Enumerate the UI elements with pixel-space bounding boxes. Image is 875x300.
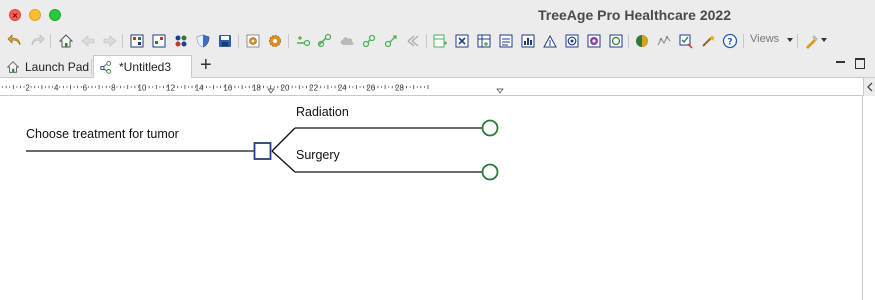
terminal-icon[interactable]: [607, 32, 625, 50]
ruler-label: 26: [366, 84, 375, 93]
back-icon[interactable]: [79, 32, 97, 50]
undo-icon[interactable]: [6, 32, 24, 50]
add-node-icon[interactable]: [316, 32, 334, 50]
gear-icon[interactable]: [266, 32, 284, 50]
wizard-icon[interactable]: [803, 32, 821, 50]
markov-icon[interactable]: [541, 32, 559, 50]
probability-icon[interactable]: [519, 32, 537, 50]
insert-icon[interactable]: [382, 32, 400, 50]
branch-line: [271, 127, 296, 152]
right-panel-edge: [862, 96, 875, 300]
settings-gear-icon[interactable]: [244, 32, 262, 50]
move-icon[interactable]: [128, 32, 146, 50]
toolbar-separator: [50, 34, 51, 48]
add-tab-button[interactable]: +: [200, 55, 212, 75]
tab-launch-pad[interactable]: Launch Pad: [0, 55, 91, 78]
ruler-label: 12: [166, 84, 175, 93]
minimize-view-icon[interactable]: [836, 61, 845, 63]
home-icon[interactable]: [57, 32, 75, 50]
add-branch-icon[interactable]: [294, 32, 312, 50]
ruler-label: 6: [83, 84, 88, 93]
home-icon: [6, 60, 20, 73]
ruler-label: 24: [338, 84, 347, 93]
chance-icon[interactable]: [585, 32, 603, 50]
toolbar-separator: [628, 34, 629, 48]
stats-icon[interactable]: [655, 32, 673, 50]
tree-canvas[interactable]: Choose treatment for tumor Radiation Sur…: [0, 96, 862, 300]
ruler-label: 14: [195, 84, 204, 93]
tab-divider: [91, 59, 92, 75]
toolbar-separator: [797, 34, 798, 48]
minimize-window-button[interactable]: [29, 9, 41, 21]
title-bar: TreeAge Pro Healthcare 2022: [0, 0, 875, 30]
tab-label: *Untitled3: [119, 60, 172, 74]
ruler-label: 28: [395, 84, 404, 93]
tab-label: Launch Pad: [25, 59, 90, 74]
editor-tab-bar: Launch Pad *Untitled3: [0, 52, 875, 78]
ruler-marker[interactable]: [496, 88, 504, 94]
shield-icon[interactable]: [194, 32, 212, 50]
chevron-down-icon[interactable]: [821, 38, 827, 42]
toolbar-separator: [122, 34, 123, 48]
link-icon[interactable]: [360, 32, 378, 50]
ruler-label: 8: [111, 84, 116, 93]
branch-label-surgery[interactable]: Surgery: [296, 148, 340, 162]
ruler-scale: 2 4 6 8 10 12 14 16 18 20 22 24 26 28: [2, 84, 504, 94]
window-title: TreeAge Pro Healthcare 2022: [538, 7, 731, 23]
chevron-down-icon[interactable]: [787, 38, 793, 42]
svg-text:?: ?: [727, 38, 732, 48]
ruler-label: 4: [54, 84, 59, 93]
toolbar-separator: [288, 34, 289, 48]
table-check-icon[interactable]: [677, 32, 695, 50]
save-icon[interactable]: [216, 32, 234, 50]
branch-line: [271, 150, 296, 173]
wand-icon[interactable]: [699, 32, 717, 50]
forward-icon[interactable]: [101, 32, 119, 50]
ruler-label: 22: [309, 84, 318, 93]
maximize-view-icon[interactable]: [855, 58, 865, 69]
toolbar-separator: [238, 34, 239, 48]
views-dropdown[interactable]: Views: [750, 33, 779, 45]
close-window-button[interactable]: [9, 9, 21, 21]
decision-tree-icon: [100, 61, 112, 74]
root-node-label[interactable]: Choose treatment for tumor: [26, 127, 179, 141]
ruler-marker[interactable]: [267, 88, 275, 94]
ruler-label: 10: [138, 84, 147, 93]
ruler-label: 2: [25, 84, 30, 93]
collapse-icon[interactable]: [404, 32, 422, 50]
tab-untitled3[interactable]: *Untitled3: [93, 55, 192, 78]
sheet-icon[interactable]: [497, 32, 515, 50]
help-icon[interactable]: ?: [721, 32, 739, 50]
ruler-label: 20: [281, 84, 290, 93]
redo-icon[interactable]: [28, 32, 46, 50]
grid-icon[interactable]: [150, 32, 168, 50]
cloud-icon[interactable]: [338, 32, 356, 50]
ruler-label: 18: [252, 84, 261, 93]
maximize-window-button[interactable]: [49, 9, 61, 21]
horizontal-ruler: 2 4 6 8 10 12 14 16 18 20 22 24 26 28: [0, 78, 875, 96]
toolbar: ? Views: [0, 30, 875, 52]
table-add-icon[interactable]: [475, 32, 493, 50]
decision-node[interactable]: [253, 142, 272, 160]
chevron-left-icon: [867, 82, 873, 92]
nodes-icon[interactable]: [172, 32, 190, 50]
chance-node[interactable]: [481, 163, 499, 181]
side-panel-toggle[interactable]: [863, 78, 875, 96]
chance-node[interactable]: [481, 119, 499, 137]
ruler-label: 16: [223, 84, 232, 93]
decision-icon[interactable]: [563, 32, 581, 50]
branch-label-radiation[interactable]: Radiation: [296, 105, 349, 119]
toolbar-separator: [743, 34, 744, 48]
excel-icon[interactable]: [453, 32, 471, 50]
table-insert-icon[interactable]: [431, 32, 449, 50]
rollback-icon[interactable]: [633, 32, 651, 50]
toolbar-separator: [426, 34, 427, 48]
